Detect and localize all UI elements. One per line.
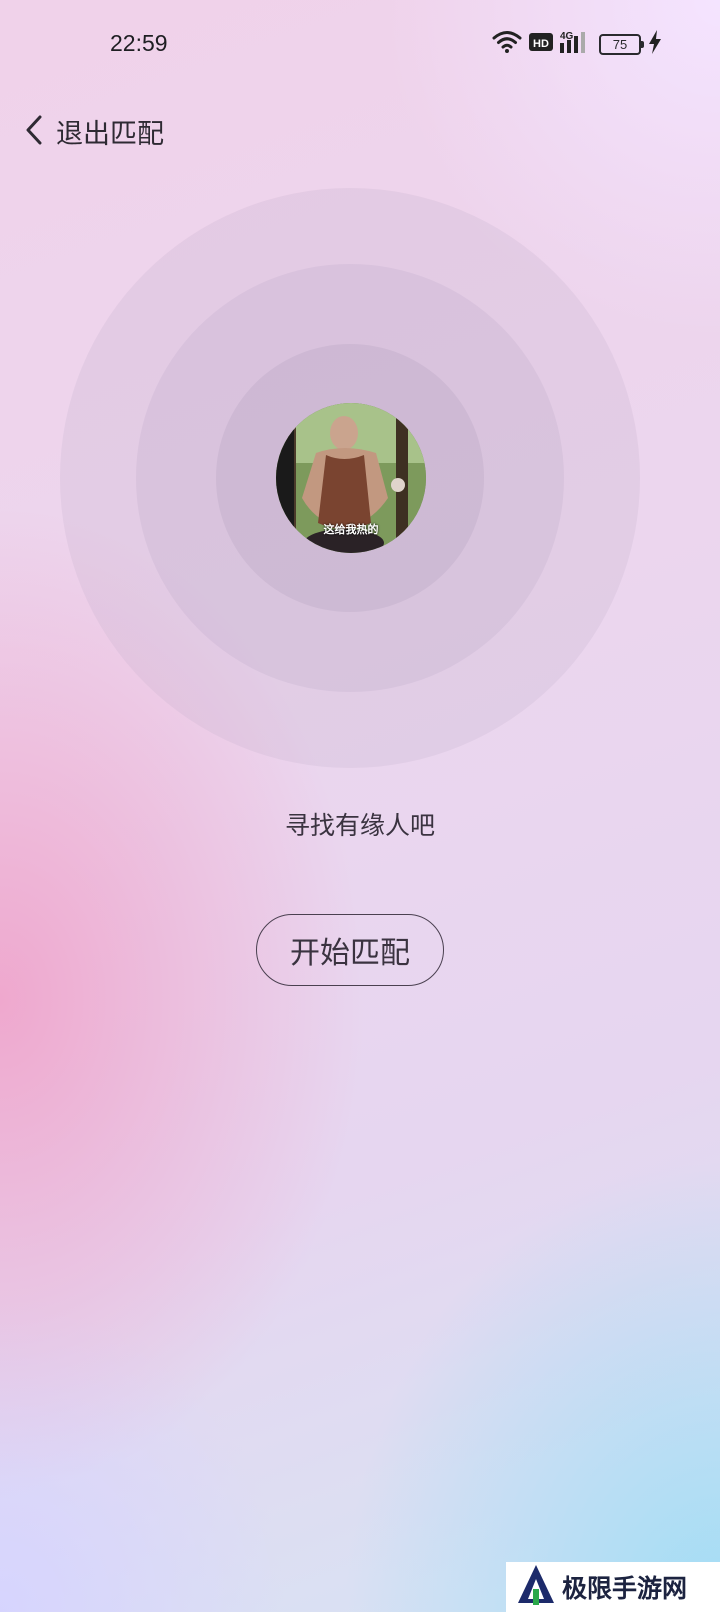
hint-text: 寻找有缘人吧 — [284, 811, 435, 840]
avatar-caption: 这给我热的 — [323, 523, 379, 536]
hd-icon: HD — [529, 32, 553, 56]
battery-icon: 75 — [599, 33, 644, 55]
watermark-text: 极限手游网 — [562, 1574, 688, 1603]
signal-4g-icon: 4G — [560, 30, 592, 58]
status-time: 22:59 — [110, 30, 168, 56]
battery-level: 75 — [612, 36, 628, 52]
hd-label: HD — [533, 38, 549, 50]
charging-icon — [648, 30, 662, 58]
wifi-icon — [492, 30, 522, 58]
chevron-left-icon — [24, 114, 44, 150]
watermark: 极限手游网 — [506, 1562, 720, 1612]
network-label: 4G — [560, 31, 574, 42]
avatar: 这给我热的 — [276, 403, 426, 553]
watermark-logo-icon — [516, 1563, 556, 1611]
back-button[interactable]: 退出匹配 — [24, 112, 164, 151]
status-icons: HD 4G 75 — [492, 30, 662, 58]
back-label: 退出匹配 — [56, 119, 164, 150]
status-bar: 22:59 HD 4G 75 — [0, 0, 720, 90]
start-match-button[interactable]: 开始匹配 — [256, 914, 444, 986]
